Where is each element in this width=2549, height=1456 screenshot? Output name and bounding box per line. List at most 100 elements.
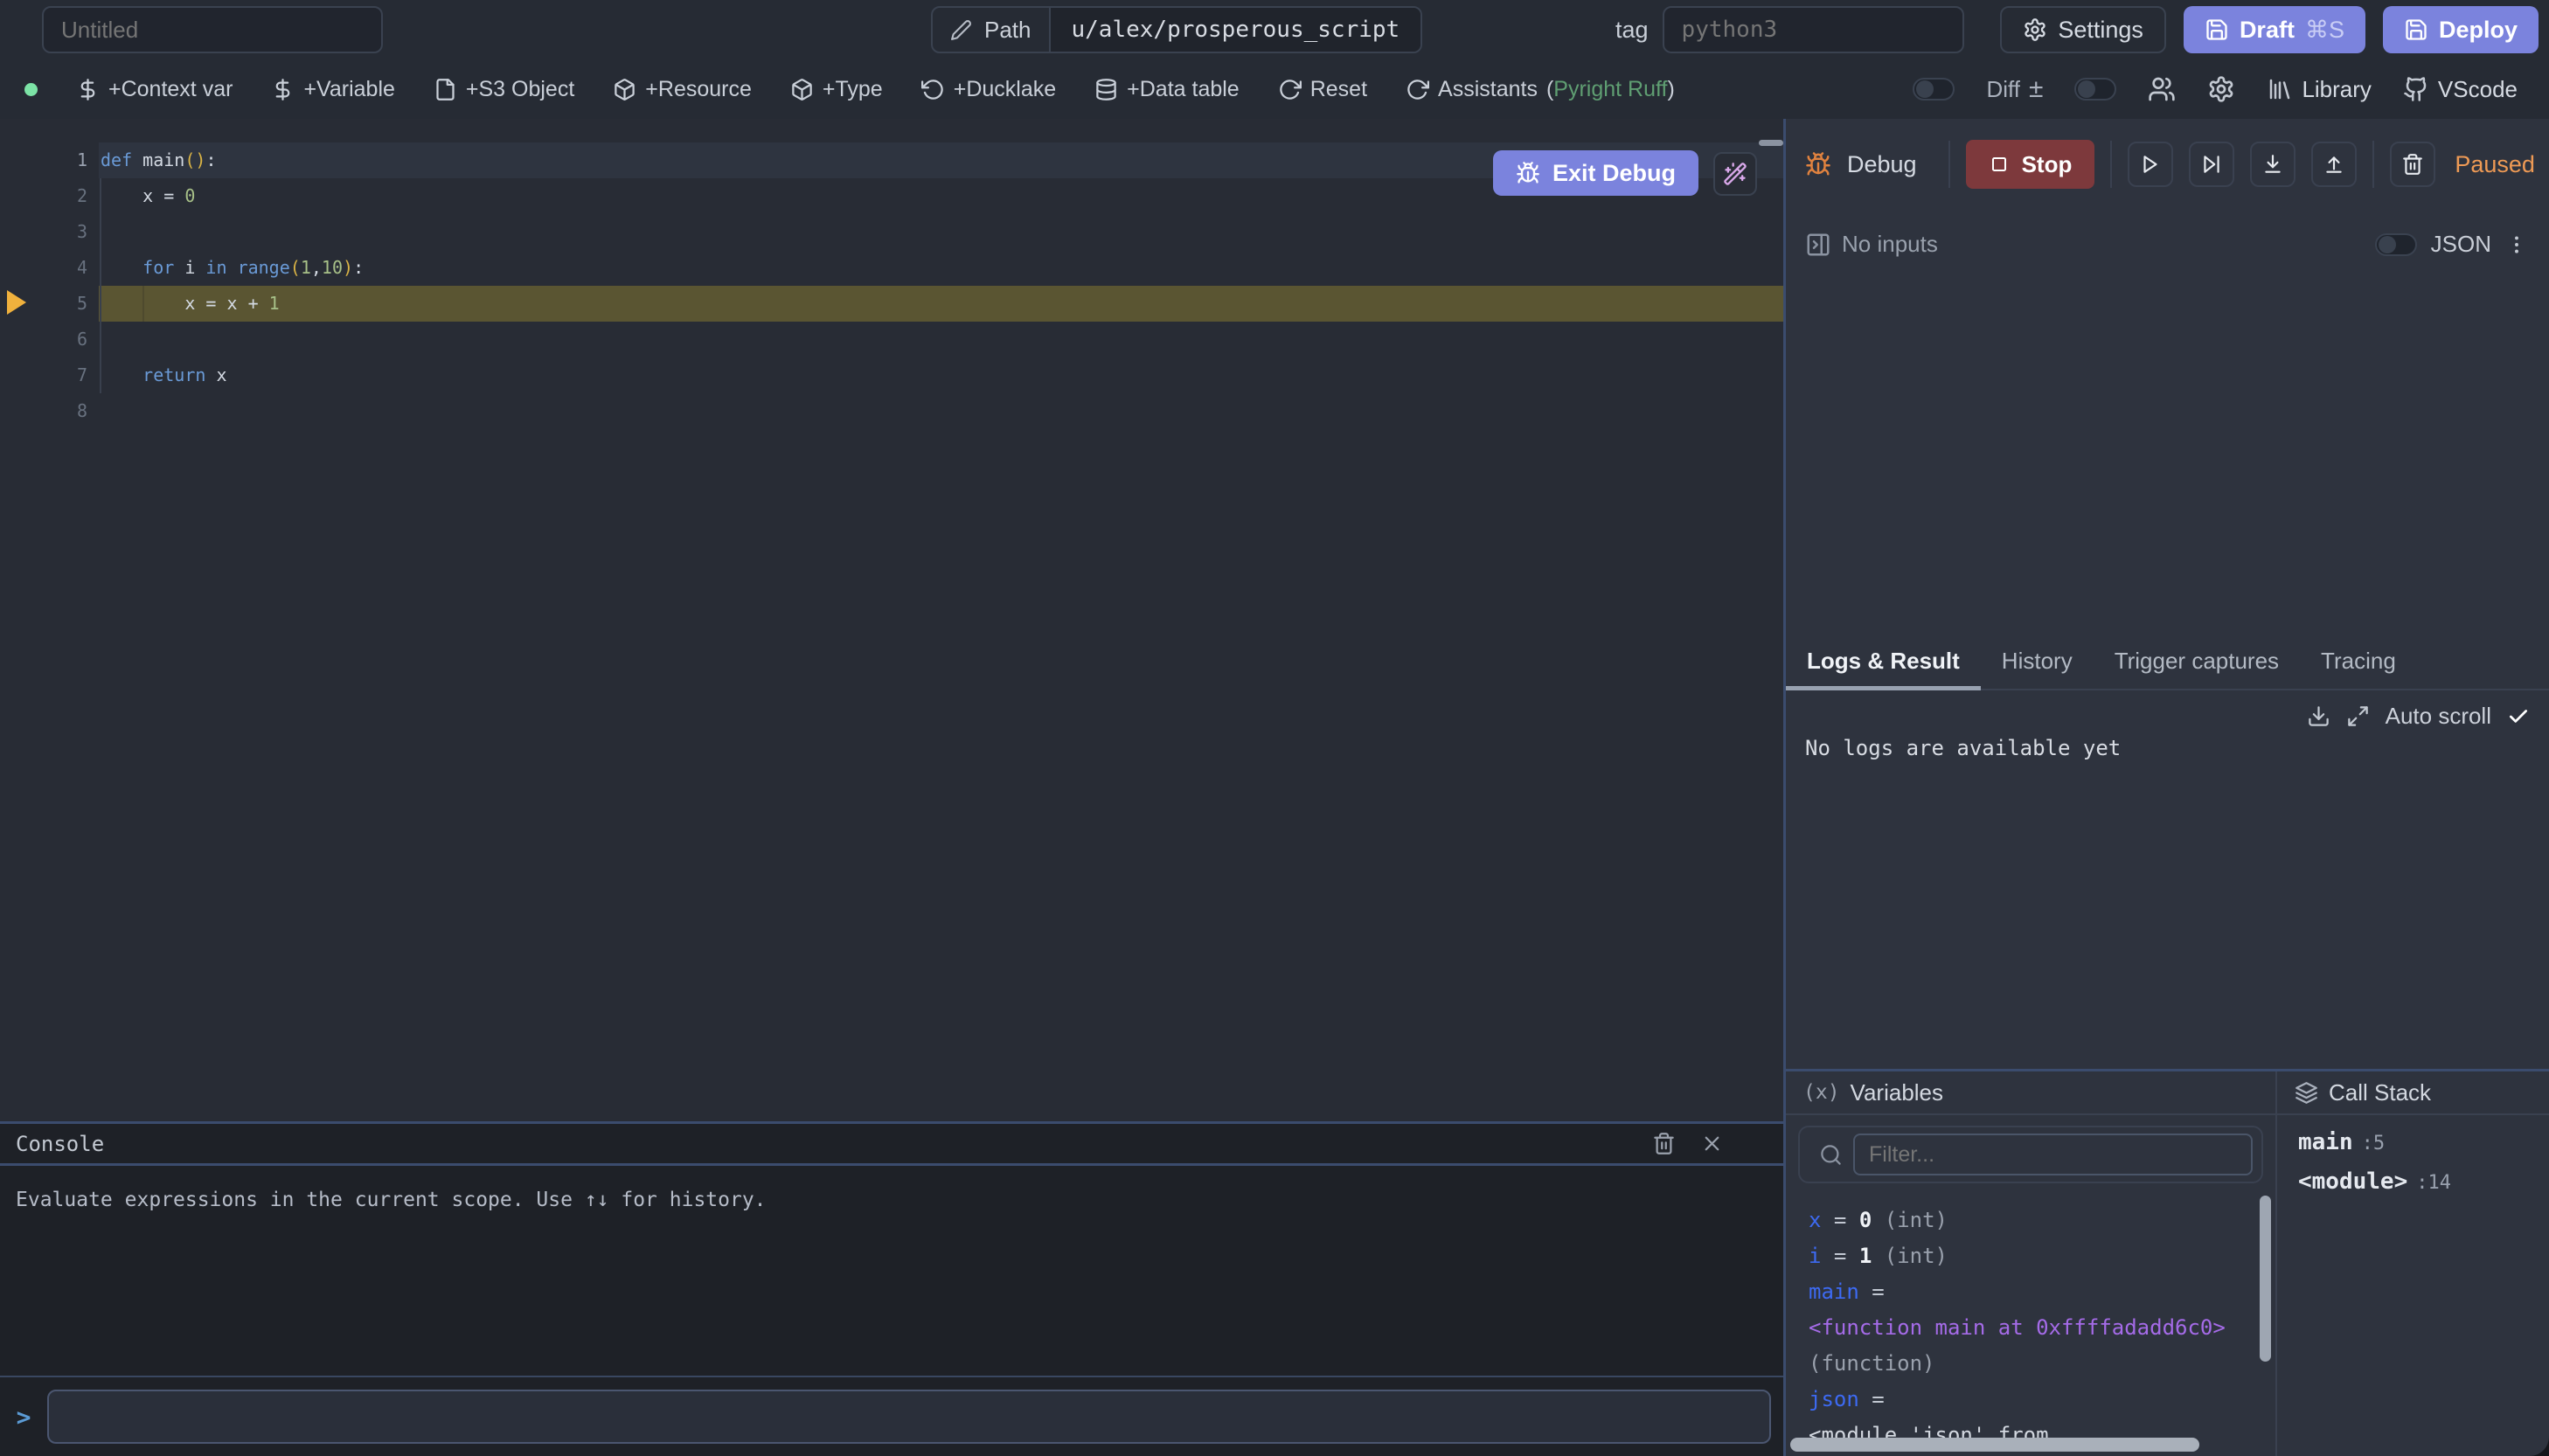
line-number[interactable]: 2 — [0, 178, 87, 214]
json-toggle[interactable] — [2375, 233, 2417, 256]
tab-history[interactable]: History — [1981, 633, 2094, 689]
step-over-button[interactable] — [2189, 142, 2234, 187]
tab-trigger-captures[interactable]: Trigger captures — [2094, 633, 2300, 689]
panel-resize-handle[interactable] — [1759, 140, 1783, 146]
inputs-section: No inputs JSON — [1786, 210, 2549, 633]
ai-assistant-button[interactable] — [1713, 152, 1757, 196]
close-icon[interactable] — [1700, 1132, 1724, 1155]
play-icon — [2139, 153, 2162, 176]
stop-button[interactable]: Stop — [1966, 140, 2095, 189]
code-text: x = 0 — [87, 178, 195, 214]
path-edit[interactable]: Path — [933, 8, 1049, 52]
tab-tracing[interactable]: Tracing — [2300, 633, 2417, 689]
kebab-menu-icon[interactable] — [2505, 233, 2528, 256]
add-type-button[interactable]: +Type — [790, 77, 883, 102]
console-input[interactable] — [47, 1390, 1771, 1444]
console-input-row: > — [0, 1376, 1783, 1456]
code-editor[interactable]: 1def main():2 x = 034 for i in range(1,1… — [0, 119, 1783, 1121]
call-stack-frame[interactable]: main:5 — [2298, 1129, 2549, 1168]
add-data-table-button[interactable]: +Data table — [1094, 77, 1240, 102]
toolbar-left: +Context var +Variable +S3 Object +Resource… — [24, 77, 1675, 102]
gear-icon[interactable] — [2207, 75, 2235, 103]
script-title-input[interactable] — [42, 6, 383, 53]
tag-group: tag — [1615, 0, 1964, 59]
settings-button[interactable]: Settings — [2000, 6, 2166, 53]
variable-row[interactable]: <function main at 0xffffadadd6c0> — [1809, 1310, 2275, 1346]
code-line-4[interactable]: 4 for i in range(1,10): — [0, 250, 1783, 286]
assistants-button[interactable]: Assistants(Pyright Ruff) — [1406, 77, 1675, 102]
add-s3-object-button[interactable]: +S3 Object — [434, 77, 574, 102]
reset-button[interactable]: Reset — [1278, 77, 1367, 102]
download-icon[interactable] — [2307, 704, 2330, 728]
exit-debug-button[interactable]: Exit Debug — [1493, 150, 1698, 196]
magic-wand-icon — [1723, 162, 1747, 186]
call-stack-panel: Call Stack main:5<module>:14 — [2277, 1071, 2549, 1456]
console-body: Evaluate expressions in the current scop… — [0, 1166, 1783, 1376]
collab-toggle[interactable] — [2074, 78, 2116, 101]
variables-filter — [1798, 1126, 2263, 1183]
stop-label: Stop — [2022, 151, 2073, 178]
variable-row[interactable]: json = — [1809, 1382, 2275, 1418]
vscode-button[interactable]: VScode — [2403, 76, 2518, 103]
variables-header: (x) Variables — [1786, 1071, 2275, 1115]
continue-button[interactable] — [2128, 142, 2173, 187]
debug-state-section: (x) Variables x = 0 (int)i = 1 (int)main… — [1786, 1069, 2549, 1456]
horizontal-scrollbar[interactable] — [1790, 1438, 2199, 1452]
line-number[interactable]: 7 — [0, 357, 87, 393]
deploy-label: Deploy — [2439, 17, 2518, 44]
variable-row[interactable]: i = 1 (int) — [1809, 1238, 2275, 1274]
line-number[interactable]: 1 — [0, 142, 87, 178]
add-resource-button[interactable]: +Resource — [613, 77, 752, 102]
deploy-button[interactable]: Deploy — [2383, 6, 2539, 53]
code-line-3[interactable]: 3 — [0, 214, 1783, 250]
line-number[interactable]: 8 — [0, 393, 87, 429]
add-ducklake-button[interactable]: +Ducklake — [921, 77, 1056, 102]
library-button[interactable]: Library — [2267, 76, 2371, 103]
step-into-button[interactable] — [2250, 142, 2295, 187]
code-line-5[interactable]: 5 x = x + 1 — [0, 286, 1783, 322]
clear-button[interactable] — [2390, 142, 2435, 187]
draft-button[interactable]: Draft ⌘S — [2184, 6, 2365, 53]
pencil-icon — [950, 19, 972, 41]
panel-collapse-icon[interactable] — [1805, 232, 1831, 258]
step-out-button[interactable] — [2311, 142, 2357, 187]
result-tabs: Logs & ResultHistoryTrigger capturesTrac… — [1786, 633, 2549, 690]
diff-toggle[interactable] — [1913, 78, 1955, 101]
filter-input[interactable] — [1853, 1134, 2253, 1175]
tab-logs-result[interactable]: Logs & Result — [1786, 633, 1981, 689]
diff-button[interactable]: Diff ± — [1986, 74, 2043, 104]
line-number[interactable]: 6 — [0, 322, 87, 357]
save-icon — [2205, 17, 2229, 42]
users-icon[interactable] — [2148, 75, 2176, 103]
code-text — [87, 322, 101, 357]
json-toggle-row: JSON — [2375, 231, 2528, 258]
vertical-scrollbar[interactable] — [2260, 1196, 2271, 1362]
file-icon — [434, 78, 457, 101]
trash-icon[interactable] — [1652, 1132, 1676, 1155]
line-number[interactable]: 3 — [0, 214, 87, 250]
top-bar-actions: Settings Draft ⌘S Deploy — [2000, 6, 2539, 53]
variables-list[interactable]: x = 0 (int)i = 1 (int)main =<function ma… — [1786, 1194, 2275, 1456]
expand-icon[interactable] — [2346, 704, 2370, 728]
variable-row[interactable]: (function) — [1809, 1346, 2275, 1382]
variable-row[interactable]: x = 0 (int) — [1809, 1203, 2275, 1238]
call-stack-frame[interactable]: <module>:14 — [2298, 1168, 2549, 1208]
check-icon[interactable] — [2507, 705, 2530, 728]
variable-row[interactable]: main = — [1809, 1274, 2275, 1310]
add-variable-button[interactable]: +Variable — [271, 77, 394, 102]
line-number[interactable]: 4 — [0, 250, 87, 286]
logs-controls: Auto scroll — [2307, 703, 2530, 730]
call-stack-list: main:5<module>:14 — [2277, 1115, 2549, 1208]
stop-square-icon — [1989, 154, 2010, 175]
search-icon — [1819, 1143, 1843, 1167]
code-line-6[interactable]: 6 — [0, 322, 1783, 357]
dollar-icon — [76, 78, 100, 101]
code-line-8[interactable]: 8 — [0, 393, 1783, 429]
draft-label: Draft — [2240, 17, 2295, 44]
tag-input[interactable] — [1663, 6, 1964, 53]
code-line-7[interactable]: 7 return x — [0, 357, 1783, 393]
path-chip[interactable]: Path u/alex/prosperous_script — [931, 6, 1422, 53]
toolbar-right: Diff ± Library VScode — [1913, 74, 2518, 104]
add-context-var-button[interactable]: +Context var — [76, 77, 233, 102]
editor-toolbar: +Context var +Variable +S3 Object +Resource… — [0, 59, 2549, 119]
